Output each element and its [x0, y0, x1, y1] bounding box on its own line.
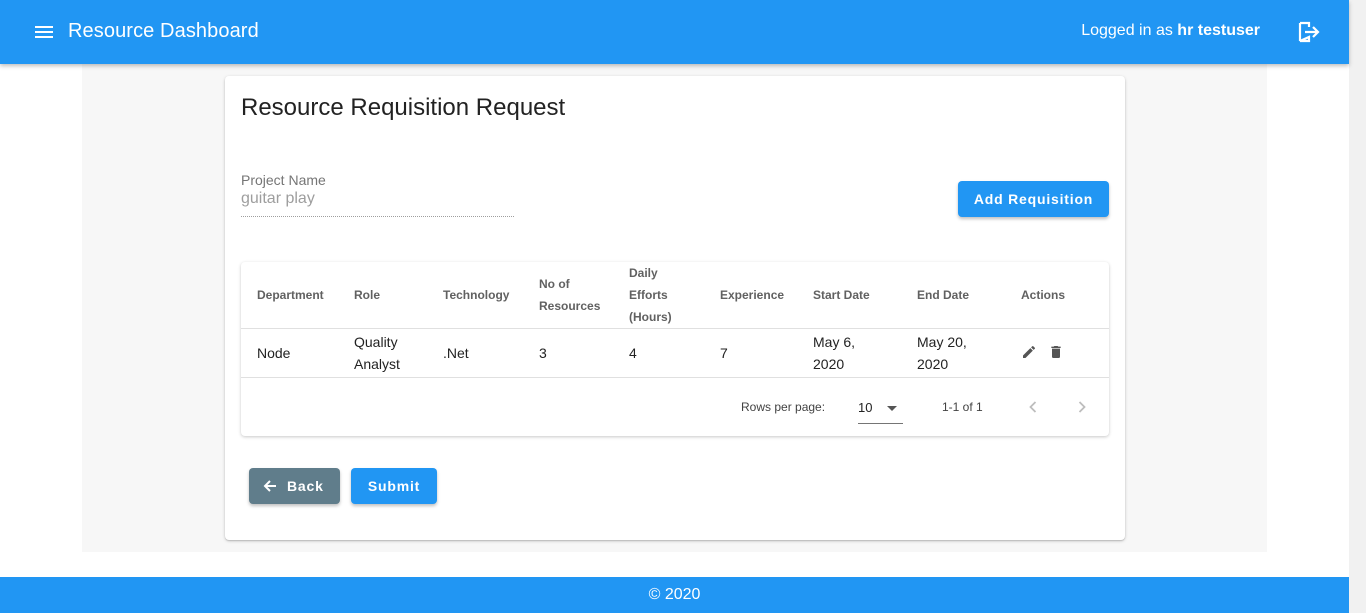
arrow-left-icon [263, 480, 276, 492]
header-actions: Actions [1021, 288, 1066, 302]
project-name-field: guitar play [241, 190, 514, 217]
username: hr testuser [1177, 22, 1260, 39]
cell-resources: 3 [539, 345, 547, 361]
cell-end-line-2: 2020 [917, 356, 949, 372]
cell-role-line-1: Quality [354, 334, 398, 350]
header-department[interactable]: Department [257, 284, 324, 306]
cell-efforts: 4 [629, 345, 637, 361]
cell-technology: .Net [443, 345, 469, 361]
table-row: Node Quality Analyst .Net 3 4 7 May 6, 2… [241, 329, 1109, 378]
cell-end-date: May 20, 2020 [917, 331, 967, 375]
cell-start-date: May 6, 2020 [813, 331, 855, 375]
header-efforts-line-2: Efforts [629, 288, 668, 302]
page-title: Resource Requisition Request [241, 94, 566, 121]
header-role[interactable]: Role [354, 284, 380, 306]
cell-department: Node [257, 345, 291, 361]
header-technology[interactable]: Technology [443, 284, 509, 306]
header-efforts-line-1: Daily [629, 266, 658, 280]
header-resources-line-1: No of [539, 277, 570, 291]
rows-per-page-value: 10 [858, 400, 873, 415]
logout-icon[interactable] [1296, 20, 1322, 44]
back-button[interactable]: Back [249, 468, 340, 504]
header-start-date[interactable]: Start Date [813, 284, 870, 306]
header-resources-line-2: Resources [539, 299, 601, 313]
header-efforts-line-3: (Hours) [629, 310, 672, 324]
footer-copyright: © 2020 [0, 577, 1349, 613]
next-page-icon[interactable] [1071, 396, 1093, 418]
add-requisition-button[interactable]: Add Requisition [958, 181, 1109, 217]
cell-role: Quality Analyst [354, 331, 400, 375]
rows-per-page-select[interactable]: 10 [858, 396, 903, 424]
requisition-table: Department Role Technology No of Resourc… [241, 262, 1109, 436]
project-name-label: Project Name [241, 172, 326, 188]
back-label: Back [287, 478, 324, 494]
cell-start-line-2: 2020 [813, 356, 845, 372]
cell-experience: 7 [720, 345, 728, 361]
cell-end-line-1: May 20, [917, 334, 967, 350]
logged-in-user: Logged in as hr testuser [1081, 22, 1260, 40]
previous-page-icon[interactable] [1022, 396, 1044, 418]
cell-role-line-2: Analyst [354, 356, 400, 372]
app-title: Resource Dashboard [68, 20, 259, 42]
table-header: Department Role Technology No of Resourc… [241, 262, 1109, 329]
header-end-date[interactable]: End Date [917, 284, 969, 306]
dropdown-caret-icon [887, 406, 897, 411]
requisition-card: Resource Requisition Request Project Nam… [225, 76, 1125, 540]
logged-in-prefix: Logged in as [1081, 22, 1173, 39]
cell-start-line-1: May 6, [813, 334, 856, 350]
header-experience[interactable]: Experience [720, 284, 784, 306]
menu-icon[interactable] [33, 22, 55, 42]
submit-button[interactable]: Submit [351, 468, 437, 504]
header-resources[interactable]: No of Resources [539, 273, 600, 317]
delete-icon[interactable] [1048, 344, 1064, 360]
page-scrollbar[interactable] [1349, 0, 1366, 613]
header-daily-efforts[interactable]: Daily Efforts (Hours) [629, 262, 672, 328]
app-bar: Resource Dashboard Logged in as hr testu… [0, 0, 1349, 64]
rows-per-page-label: Rows per page: [741, 400, 826, 414]
edit-icon[interactable] [1021, 344, 1037, 360]
pagination-range: 1-1 of 1 [942, 400, 983, 414]
table-pagination: Rows per page: 10 1-1 of 1 [241, 378, 1109, 436]
